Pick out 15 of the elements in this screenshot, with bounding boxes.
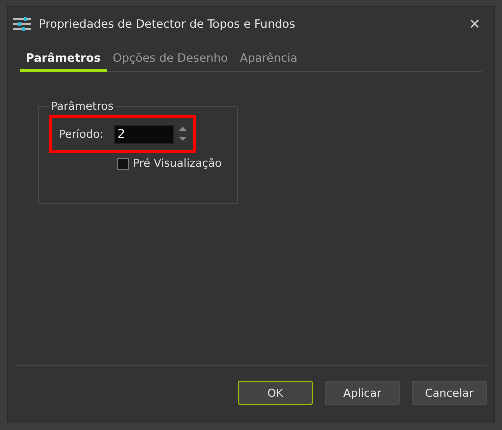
dialog-button[interactable]: Cancelar: [412, 381, 487, 405]
preview-checkbox[interactable]: [117, 158, 129, 170]
period-field[interactable]: 2: [114, 124, 174, 144]
window-title: Propriedades de Detector de Topos e Fundos: [39, 17, 296, 31]
preview-label: Pré Visualização: [133, 157, 222, 170]
tab[interactable]: Aparência: [234, 48, 304, 72]
spin-arrows-icon[interactable]: [178, 124, 188, 144]
close-button[interactable]: ✕: [460, 10, 490, 38]
dialog-button[interactable]: OK: [238, 381, 313, 405]
sliders-icon: [13, 17, 31, 31]
tab[interactable]: Opções de Desenho: [107, 48, 234, 72]
group-title: Parâmetros: [50, 100, 115, 113]
dialog-button[interactable]: Aplicar: [325, 381, 400, 405]
period-label: Período:: [59, 128, 104, 140]
tab[interactable]: Parâmetros: [20, 48, 108, 72]
